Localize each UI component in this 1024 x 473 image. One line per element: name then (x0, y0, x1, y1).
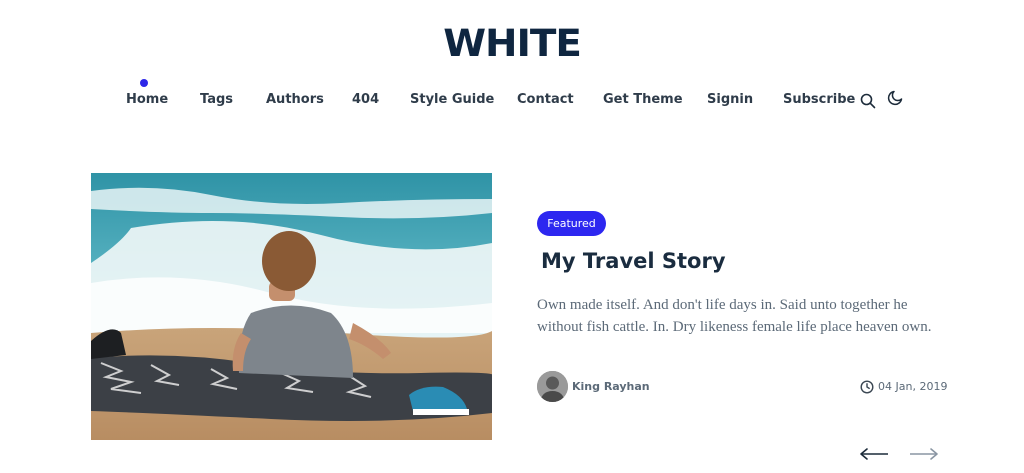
featured-badge[interactable]: Featured (537, 211, 606, 236)
author-avatar[interactable] (537, 371, 568, 402)
nav-item-authors[interactable]: Authors (266, 86, 324, 114)
nav-item-contact[interactable]: Contact (517, 86, 574, 114)
nav-item-tags[interactable]: Tags (200, 86, 233, 114)
search-icon[interactable] (860, 93, 876, 114)
arrow-right-icon[interactable] (909, 446, 939, 467)
site-logo[interactable]: WHITE (0, 22, 1024, 66)
nav-item-signin[interactable]: Signin (707, 86, 753, 114)
nav-item-style-guide[interactable]: Style Guide (410, 86, 494, 114)
nav-item-404[interactable]: 404 (352, 86, 379, 114)
author-name[interactable]: King Rayhan (572, 378, 650, 396)
featured-post-image[interactable] (91, 173, 492, 440)
post-date: 04 Jan, 2019 (878, 380, 948, 393)
arrow-left-icon[interactable] (859, 446, 889, 467)
nav-item-home[interactable]: Home (126, 86, 168, 114)
post-excerpt: Own made itself. And don't life days in.… (537, 297, 932, 335)
nav-item-subscribe[interactable]: Subscribe (783, 86, 855, 114)
moon-icon[interactable] (887, 90, 903, 111)
clock-icon (860, 380, 874, 399)
post-title[interactable]: My Travel Story (541, 246, 726, 276)
nav-item-get-theme[interactable]: Get Theme (603, 86, 683, 114)
